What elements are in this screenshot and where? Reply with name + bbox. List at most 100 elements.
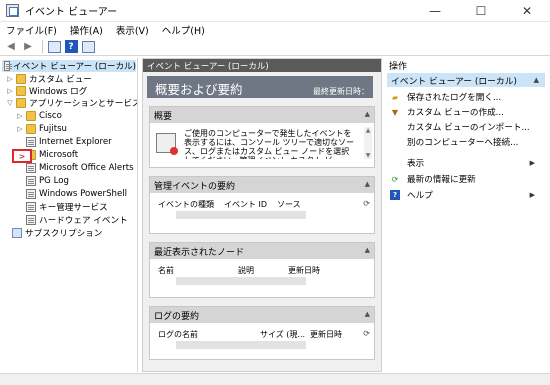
filter-icon: ▼ [391,107,399,117]
table-row[interactable] [176,211,306,219]
help-action[interactable]: ? ヘルプ ▶ [387,188,545,202]
console-tree: イベント ビューアー (ローカル) ▷ カスタム ビュー ▷ Windows ロ… [0,58,138,372]
chevron-right-icon[interactable]: ▷ [16,112,24,120]
tree-item-office-alerts[interactable]: Microsoft Office Alerts [24,162,134,174]
folder-icon [16,86,26,96]
menu-view[interactable]: 表示(V) [116,23,149,37]
status-bar [0,373,550,385]
forward-arrow-icon[interactable]: ▶ [21,40,35,54]
overview-section: 概要 ▲ ご使用のコンピューターで発生したイベントを表示するには、コンソール ツ… [149,106,375,168]
tree-item-hardware-events[interactable]: ハードウェア イベント [24,214,128,226]
view-action[interactable]: 表示 ▶ [387,156,545,170]
tree-item-cisco[interactable]: ▷ Cisco [16,110,62,122]
minimize-button[interactable]: — [412,0,458,22]
collapse-caret-icon[interactable]: ▲ [365,110,370,118]
refresh-action[interactable]: ⟳ 最新の情報に更新 [387,172,545,186]
overview-header[interactable]: 概要 ▲ [150,107,374,123]
event-viewer-icon [6,4,19,17]
folder-icon [16,98,26,108]
toolbar: ◀ ▶ ? [0,38,550,56]
log-icon [26,189,36,199]
overview-scrollbar[interactable]: ▲ ▼ [364,127,372,159]
col-description[interactable]: 説明 [238,265,278,277]
tree-item-windows-logs[interactable]: ▷ Windows ログ [6,85,87,97]
tree-item-custom-view[interactable]: ▷ カスタム ビュー [6,73,92,85]
section-title: ログの要約 [154,311,200,322]
submenu-arrow-icon: ▶ [529,191,535,199]
menu-help[interactable]: ヘルプ(H) [162,23,205,37]
tree-item-pg-log[interactable]: PG Log [24,175,69,187]
connect-computer-action[interactable]: 別のコンピューターへ接続... [387,135,545,149]
open-saved-log-action[interactable]: ▰ 保存されたログを開く... [387,90,545,104]
tree-root[interactable]: イベント ビューアー (ローカル) [2,60,136,72]
table-row[interactable] [176,341,306,349]
tree-item-powershell[interactable]: Windows PowerShell [24,188,127,200]
back-arrow-icon[interactable]: ◀ [4,40,18,54]
collapse-caret-icon[interactable]: ▲ [365,310,370,318]
tree-item-microsoft[interactable]: Microsoft [24,149,78,161]
chevron-right-icon[interactable]: ▷ [16,125,24,133]
recent-nodes-section: 最近表示されたノード ▲ 名前 説明 更新日時 [149,242,375,298]
tree-label: Microsoft Office Alerts [39,163,134,173]
action-label: カスタム ビューのインポート... [407,123,530,133]
recent-nodes-header[interactable]: 最近表示されたノード ▲ [150,243,374,259]
collapse-caret-icon[interactable]: ▲ [534,76,539,84]
col-source[interactable]: ソース [277,199,301,211]
import-custom-view-action[interactable]: カスタム ビューのインポート... [387,120,545,134]
collapse-caret-icon[interactable]: ▲ [365,180,370,188]
tree-label: Internet Explorer [39,137,112,147]
microsoft-expand-highlight[interactable]: > [12,149,32,163]
folder-icon [26,124,36,134]
action-label: 最新の情報に更新 [407,175,476,185]
scroll-down-icon[interactable]: ▼ [364,152,372,159]
toolbar-separator [42,40,43,53]
menu-bar: ファイル(F) 操作(A) 表示(V) ヘルプ(H) [0,22,550,38]
tree-item-subscriptions[interactable]: サブスクリプション [10,227,102,239]
chevron-right-icon[interactable]: ▷ [6,75,14,83]
section-title: 管理イベントの要約 [154,181,236,192]
center-pane-header: イベント ビューアー (ローカル) [143,59,381,72]
refresh-icon[interactable]: ⟳ [363,199,370,208]
folder-open-icon: ▰ [391,92,399,102]
help-icon[interactable]: ? [64,40,78,54]
actions-group-header[interactable]: イベント ビューアー (ローカル) ▲ [387,73,545,87]
last-updated-label: 最終更新日時： [313,87,369,96]
tree-item-internet-explorer[interactable]: Internet Explorer [24,136,112,148]
maximize-button[interactable]: ☐ [458,0,504,22]
tree-label: Microsoft [39,150,79,160]
tree-label: Cisco [39,111,62,121]
tree-item-fujitsu[interactable]: ▷ Fujitsu [16,123,67,135]
log-icon [26,176,36,186]
log-icon [26,163,36,173]
col-event-type[interactable]: イベントの種類 [158,199,214,211]
tree-label: イベント ビューアー (ローカル) [12,62,136,72]
col-name[interactable]: 名前 [158,265,228,277]
scroll-up-icon[interactable]: ▲ [364,127,372,134]
log-summary-header[interactable]: ログの要約 ▲ [150,307,374,323]
create-custom-view-action[interactable]: ▼ カスタム ビューの作成... [387,105,545,119]
section-title: 概要 [154,111,173,122]
col-updated[interactable]: 更新日時 [288,265,320,277]
summary-title: 概要および要約 [155,82,243,97]
menu-action[interactable]: 操作(A) [70,23,103,37]
chevron-right-icon[interactable]: ▷ [6,87,14,95]
menu-file[interactable]: ファイル(F) [6,23,57,37]
table-row[interactable] [176,277,306,285]
log-summary-section: ログの要約 ▲ ログの名前 サイズ (現... 更新日時 ⟳ [149,306,375,360]
col-log-name[interactable]: ログの名前 [158,329,250,341]
summary-banner: 概要および要約 最終更新日時： [147,76,373,98]
col-size[interactable]: サイズ (現... [260,329,305,341]
close-button[interactable]: ✕ [504,0,550,22]
admin-events-header[interactable]: 管理イベントの要約 ▲ [150,177,374,193]
tree-label: アプリケーションとサービス ログ [29,99,138,109]
show-hide-action-pane-icon[interactable] [81,40,95,54]
tree-item-app-service-logs[interactable]: ▽ アプリケーションとサービス ログ [6,97,138,109]
tree-item-key-management[interactable]: キー管理サービス [24,201,108,213]
chevron-down-icon[interactable]: ▽ [6,99,14,107]
col-updated[interactable]: 更新日時 [310,329,342,341]
show-hide-tree-icon[interactable] [47,40,61,54]
collapse-caret-icon[interactable]: ▲ [365,246,370,254]
log-icon [26,215,36,225]
refresh-icon[interactable]: ⟳ [363,329,370,338]
col-event-id[interactable]: イベント ID [224,199,267,211]
